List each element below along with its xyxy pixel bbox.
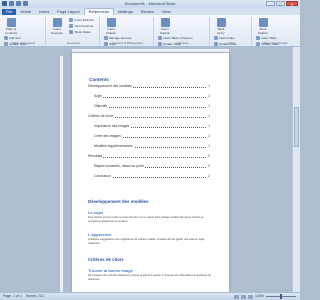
mark-entry-button[interactable]: Mark Entry [214,17,228,35]
group-label: Footnotes [66,41,81,45]
zoom-level[interactable]: 100% [255,294,264,299]
section-heading: Développement des modèles [88,199,149,204]
word-count[interactable]: Words: 213 [26,294,44,298]
window-controls: – □ ✕ [266,1,298,7]
footnote-icon [52,18,62,27]
toc-entry[interactable]: Étapes suivantes, mises au point 2 [94,164,210,169]
toc-entry[interactable]: Développement des modèles 1 [88,84,210,89]
ribbon-tabs: File Home Insert Page Layout References … [0,8,300,15]
group-footnotes: Insert Footnote Insert Endnote Next Foot… [48,17,100,45]
status-info: Page: 1 of 2 Words: 213 [3,294,44,299]
tab-references[interactable]: References [83,8,115,15]
toc-entry[interactable]: Objectifs 1 [94,104,210,109]
body-paragraph: Pour obtenir un bon rendu, le sujet doit… [88,216,204,223]
close-button[interactable]: ✕ [286,1,298,7]
mark-citation-button[interactable]: Mark Citation [256,17,270,35]
group-label: Table of Contents [11,41,36,45]
toc-entry[interactable]: Sujet 1 [94,94,210,99]
section-heading: Critères de choix [88,257,124,262]
scrollbar-thumb[interactable] [294,107,299,147]
page-count[interactable]: Page: 1 of 2 [3,294,22,298]
quick-access-toolbar [2,1,28,6]
insert-table-icon [256,36,260,40]
document-page[interactable]: Contents Développement des modèles 1 Suje… [72,53,229,293]
vertical-ruler[interactable] [60,56,63,292]
word-logo-icon[interactable] [2,1,7,6]
maximize-button[interactable]: □ [276,1,285,7]
group-label: Table of Authorities [262,41,288,45]
insert-footnote-button[interactable]: Insert Footnote [50,17,64,35]
endnote-icon [69,18,74,22]
toc-entry[interactable]: Importance des images 1 [94,124,210,129]
group-index: Mark Entry Insert Index Update Index Ind… [212,17,252,46]
show-notes-button[interactable]: Show Notes [69,29,94,35]
caption-icon [160,18,170,27]
zoom-slider[interactable] [266,294,296,299]
table-of-contents-button[interactable]: Table of Contents [4,17,18,35]
toc-entry[interactable]: Critères de choix 1 [88,114,210,119]
next-footnote-icon [69,24,74,28]
group-captions: Insert Caption Insert Table of Figures U… [156,17,210,52]
full-screen-view-icon[interactable] [241,294,247,299]
minimize-button[interactable]: – [266,1,275,7]
citation-icon [106,18,116,27]
show-notes-icon [69,30,74,34]
group-citations: Insert Citation Manage Sources Style Bib… [102,17,154,52]
table-of-contents-icon [6,18,16,27]
subsection-heading: L'apparence [88,232,112,237]
web-layout-view-icon[interactable] [248,294,254,299]
ribbon: Table of Contents Add Text Update Table … [0,15,300,52]
view-controls: 100% [234,294,296,299]
vertical-scrollbar[interactable] [292,47,300,292]
toc-entry[interactable]: Conclusion 2 [94,174,210,179]
toc-entry[interactable]: Modèles supplémentaires 1 [94,144,210,149]
group-table-of-contents: Table of Contents Add Text Update Table … [2,17,46,46]
status-bar: Page: 1 of 2 Words: 213 100% [0,292,300,300]
subsection-heading: Trouver la bonne image [88,268,133,273]
save-icon[interactable] [9,1,14,6]
group-table-of-authorities: Mark Citation Insert Table Update Table … [254,17,296,46]
toc-entry[interactable]: Résultats 2 [88,154,210,159]
toc-title: Contents [89,77,109,82]
toc-entry[interactable]: Créer des images 1 [94,134,210,139]
body-paragraph: Des images bien choisies illustrent le p… [88,274,212,281]
add-text-icon [4,36,8,40]
group-label: Index [227,41,236,45]
insert-caption-button[interactable]: Insert Caption [158,17,172,35]
redo-icon[interactable] [23,1,28,6]
print-layout-view-icon[interactable] [234,294,240,299]
insert-citation-button[interactable]: Insert Citation [104,17,118,35]
window-title: Document1 - Microsoft Word [124,1,176,6]
table-of-figures-icon [158,36,162,40]
undo-icon[interactable] [16,1,21,6]
mark-entry-icon [216,18,226,27]
subsection-heading: Le sujet [88,210,104,215]
manage-sources-icon [104,36,108,40]
group-label: Captions [176,41,189,45]
zoom-slider-thumb[interactable] [280,294,282,299]
mark-citation-icon [258,18,268,27]
body-paragraph: Quelques suggestions pour l'apparence de… [88,238,205,245]
group-label: Citations & Bibliography [111,41,144,45]
index-icon [214,36,218,40]
